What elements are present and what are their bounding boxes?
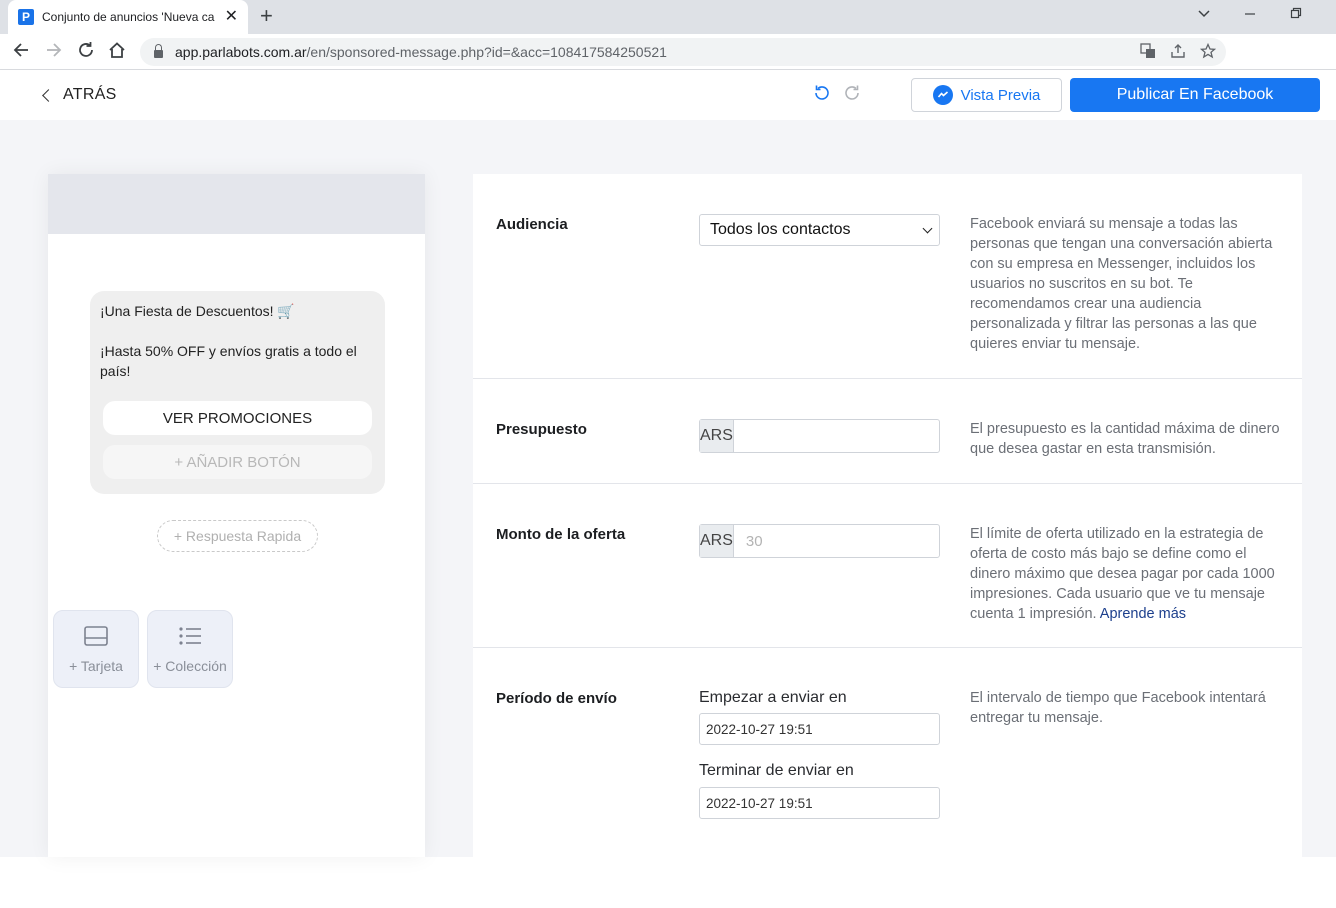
add-card-label: + Tarjeta bbox=[69, 658, 123, 674]
home-icon[interactable] bbox=[108, 41, 126, 63]
back-label: ATRÁS bbox=[63, 86, 117, 103]
preview-button[interactable]: Vista Previa bbox=[911, 78, 1062, 112]
browser-tab-bar: P Conjunto de anuncios 'Nueva ca ✕ + bbox=[0, 0, 1336, 34]
audience-help: Facebook enviará su mensaje a todas las … bbox=[970, 216, 1273, 352]
translate-icon[interactable] bbox=[1140, 43, 1156, 63]
message-bubble[interactable]: ¡Una Fiesta de Descuentos! 🛒 ¡Hasta 50% … bbox=[90, 291, 385, 494]
message-preview-panel: ¡Una Fiesta de Descuentos! 🛒 ¡Hasta 50% … bbox=[48, 174, 425, 857]
budget-label: Presupuesto bbox=[496, 421, 587, 438]
quick-reply-button[interactable]: + Respuesta Rapida bbox=[157, 520, 318, 552]
share-icon[interactable] bbox=[1170, 43, 1186, 63]
ver-promociones-button[interactable]: VER PROMOCIONES bbox=[103, 401, 372, 435]
end-label: Terminar de enviar en bbox=[699, 762, 854, 779]
period-row: Período de envío Empezar a enviar en 202… bbox=[473, 648, 1302, 857]
add-collection-label: + Colección bbox=[153, 658, 227, 674]
start-date-input[interactable]: 2022-10-27 19:51 bbox=[699, 713, 940, 745]
bid-label: Monto de la oferta bbox=[496, 526, 626, 543]
forward-arrow-icon[interactable] bbox=[45, 41, 63, 63]
restore-icon[interactable] bbox=[1290, 6, 1302, 23]
browser-toolbar: app.parlabots.com.ar/en/sponsored-messag… bbox=[0, 34, 1336, 70]
bookmark-star-icon[interactable] bbox=[1199, 42, 1217, 63]
lock-icon bbox=[154, 43, 163, 58]
redo-icon[interactable] bbox=[844, 84, 862, 107]
audience-label: Audiencia bbox=[496, 216, 568, 233]
audience-row: Audiencia Todos los contactos Facebook e… bbox=[473, 174, 1302, 379]
bid-field: ARS bbox=[699, 524, 945, 558]
budget-input[interactable] bbox=[733, 420, 945, 452]
bid-help: El límite de oferta utilizado en la estr… bbox=[970, 524, 1285, 624]
audience-selected-value: Todos los contactos bbox=[710, 221, 851, 238]
parlabots-favicon-icon: P bbox=[18, 9, 34, 25]
preview-label: Vista Previa bbox=[960, 86, 1041, 104]
add-card-button[interactable]: + Tarjeta bbox=[53, 610, 139, 688]
url-host: app.parlabots.com.ar bbox=[175, 44, 307, 60]
new-tab-button[interactable]: + bbox=[260, 5, 273, 27]
address-bar[interactable]: app.parlabots.com.ar/en/sponsored-messag… bbox=[140, 38, 1226, 66]
reload-icon[interactable] bbox=[77, 41, 95, 63]
budget-help: El presupuesto es la cantidad máxima de … bbox=[970, 421, 1280, 457]
tab-close-icon[interactable]: ✕ bbox=[225, 9, 238, 25]
tab-title: Conjunto de anuncios 'Nueva ca bbox=[42, 10, 215, 24]
bid-input[interactable] bbox=[733, 525, 945, 557]
budget-currency: ARS bbox=[700, 420, 734, 452]
undo-icon[interactable] bbox=[812, 84, 830, 107]
start-label: Empezar a enviar en bbox=[699, 689, 847, 706]
chevron-down-icon bbox=[922, 223, 933, 234]
learn-more-link[interactable]: Aprende más bbox=[1100, 606, 1186, 622]
back-button[interactable]: ATRÁS bbox=[42, 86, 117, 104]
browser-tab[interactable]: P Conjunto de anuncios 'Nueva ca ✕ bbox=[8, 0, 248, 34]
url-path: /en/sponsored-message.php?id=&acc=108417… bbox=[306, 44, 667, 60]
chevron-left-icon bbox=[42, 88, 55, 102]
minimize-icon[interactable] bbox=[1244, 6, 1256, 23]
add-collection-button[interactable]: + Colección bbox=[147, 610, 233, 688]
publish-facebook-button[interactable]: Publicar En Facebook bbox=[1070, 78, 1320, 112]
bid-row: Monto de la oferta ARS El límite de ofer… bbox=[473, 484, 1302, 648]
list-icon bbox=[177, 625, 203, 650]
bid-currency: ARS bbox=[700, 525, 734, 557]
audience-select[interactable]: Todos los contactos bbox=[699, 214, 940, 246]
messenger-icon bbox=[932, 85, 953, 105]
app-header: ATRÁS Vista Previa Publicar En Facebook bbox=[0, 70, 1336, 120]
back-arrow-icon[interactable] bbox=[12, 41, 30, 63]
preview-header bbox=[48, 174, 425, 234]
message-line-1: ¡Una Fiesta de Descuentos! 🛒 bbox=[100, 303, 295, 319]
add-button-button[interactable]: + AÑADIR BOTÓN bbox=[103, 445, 372, 479]
budget-row: Presupuesto ARS El presupuesto es la can… bbox=[473, 379, 1302, 484]
period-label: Período de envío bbox=[496, 690, 617, 707]
tab-search-icon[interactable] bbox=[1198, 6, 1210, 23]
message-line-2: ¡Hasta 50% OFF y envíos gratis a todo el… bbox=[100, 343, 357, 379]
ad-settings-form: Audiencia Todos los contactos Facebook e… bbox=[473, 174, 1302, 857]
card-icon bbox=[83, 625, 109, 650]
end-date-input[interactable]: 2022-10-27 19:51 bbox=[699, 787, 940, 819]
page-bottom bbox=[0, 857, 1336, 908]
budget-field: ARS bbox=[699, 419, 945, 453]
period-help: El intervalo de tiempo que Facebook inte… bbox=[970, 690, 1266, 726]
